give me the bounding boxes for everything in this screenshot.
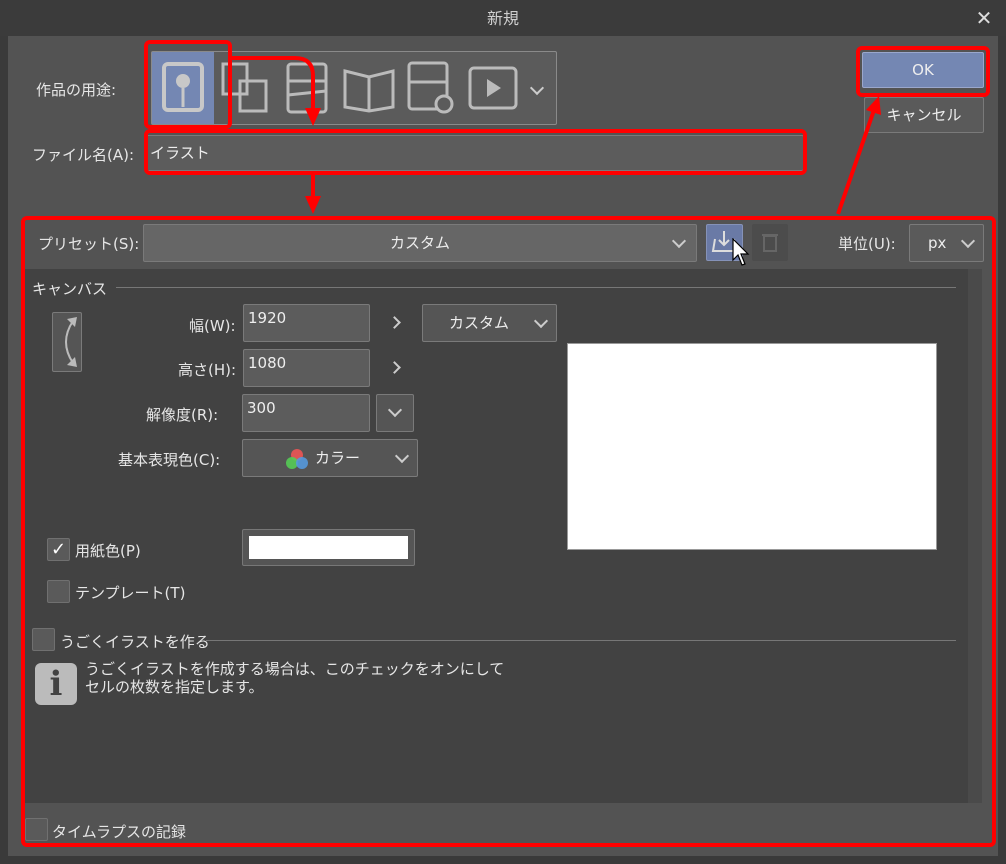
annotation-arrows xyxy=(232,56,881,215)
